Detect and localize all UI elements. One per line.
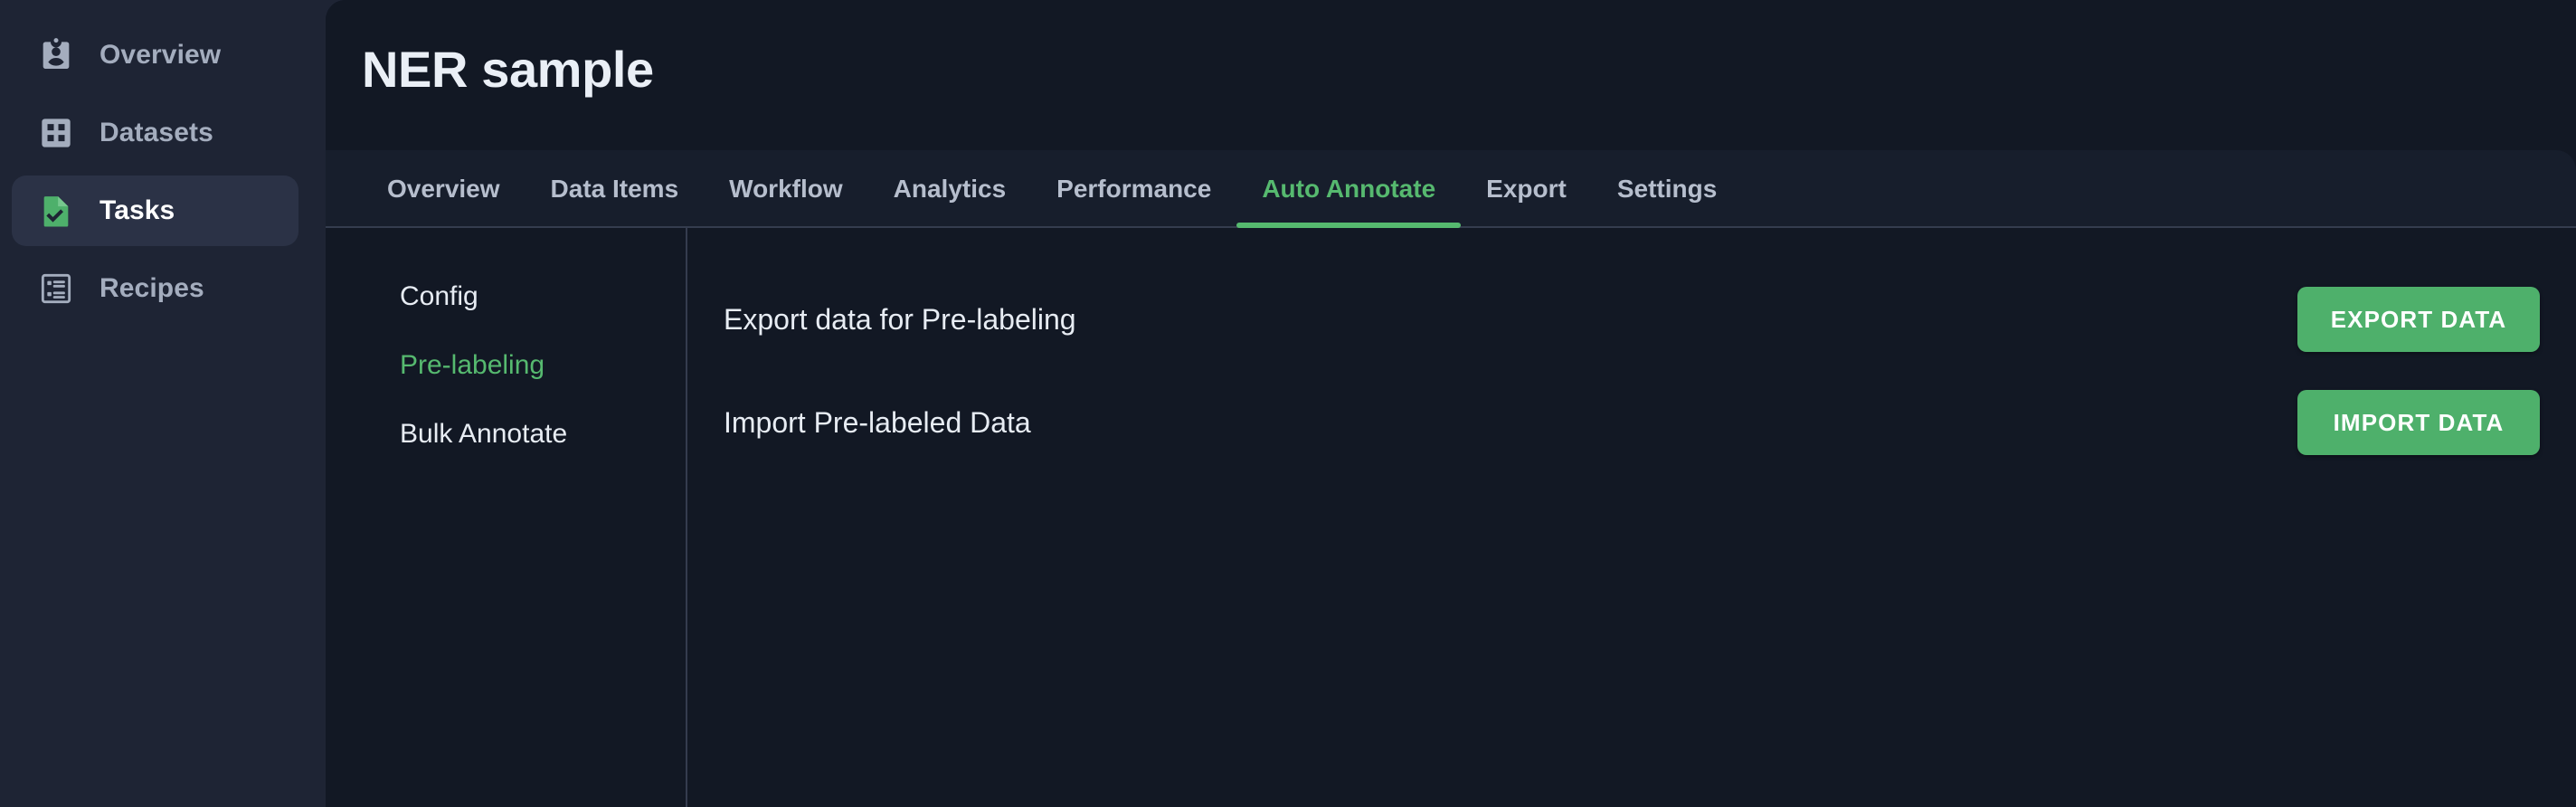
tab-label: Performance <box>1056 175 1212 203</box>
tab-data-items[interactable]: Data Items <box>526 150 705 228</box>
import-data-label: Import Pre-labeled Data <box>724 405 1031 439</box>
tab-overview[interactable]: Overview <box>362 150 526 228</box>
task-check-icon <box>37 192 75 230</box>
tab-label: Workflow <box>729 175 843 203</box>
tab-label: Auto Annotate <box>1262 175 1436 203</box>
list-icon <box>37 270 75 308</box>
export-data-row: Export data for Pre-labeling EXPORT DATA <box>724 268 2540 371</box>
subnav-item-bulk-annotate[interactable]: Bulk Annotate <box>326 400 686 469</box>
tab-label: Analytics <box>893 175 1007 203</box>
subnav-item-label: Bulk Annotate <box>400 419 568 449</box>
import-data-button[interactable]: IMPORT DATA <box>2297 390 2540 455</box>
export-data-button[interactable]: EXPORT DATA <box>2297 287 2540 352</box>
tab-label: Settings <box>1616 175 1718 203</box>
tab-performance[interactable]: Performance <box>1031 150 1236 228</box>
tab-export[interactable]: Export <box>1461 150 1592 228</box>
page-header: NER sample <box>326 0 2576 150</box>
subnav-item-label: Pre-labeling <box>400 350 545 380</box>
grid-icon <box>37 114 75 152</box>
main-content: Export data for Pre-labeling EXPORT DATA… <box>687 228 2576 807</box>
import-data-row: Import Pre-labeled Data IMPORT DATA <box>724 371 2540 474</box>
export-data-label: Export data for Pre-labeling <box>724 302 1076 336</box>
sidebar-item-label: Recipes <box>99 273 204 303</box>
sidebar-item-recipes[interactable]: Recipes <box>12 253 298 324</box>
sidebar-item-label: Tasks <box>99 195 175 225</box>
sidebar-item-tasks[interactable]: Tasks <box>12 176 298 246</box>
app-root: Overview Datasets Tasks Recipes NER samp… <box>0 0 2576 807</box>
secondary-sidebar: Config Pre-labeling Bulk Annotate <box>326 228 687 807</box>
tab-auto-annotate[interactable]: Auto Annotate <box>1236 150 1461 228</box>
sidebar-item-label: Datasets <box>99 118 213 147</box>
sidebar-item-overview[interactable]: Overview <box>12 20 298 90</box>
content-panel: NER sample Overview Data Items Workflow … <box>326 0 2576 807</box>
tab-bar: Overview Data Items Workflow Analytics P… <box>326 150 2576 228</box>
subnav-item-config[interactable]: Config <box>326 262 686 331</box>
subnav-item-pre-labeling[interactable]: Pre-labeling <box>326 331 686 400</box>
tab-label: Data Items <box>550 175 679 203</box>
tab-label: Export <box>1486 175 1567 203</box>
id-badge-icon <box>37 36 75 74</box>
primary-sidebar: Overview Datasets Tasks Recipes <box>0 0 326 807</box>
sidebar-item-label: Overview <box>99 40 222 70</box>
sidebar-item-datasets[interactable]: Datasets <box>12 98 298 168</box>
tab-analytics[interactable]: Analytics <box>868 150 1032 228</box>
content-body: Config Pre-labeling Bulk Annotate Export… <box>326 228 2576 807</box>
subnav-item-label: Config <box>400 281 478 311</box>
tab-workflow[interactable]: Workflow <box>704 150 867 228</box>
tab-settings[interactable]: Settings <box>1592 150 1742 228</box>
tab-label: Overview <box>387 175 500 203</box>
page-title: NER sample <box>362 41 654 98</box>
